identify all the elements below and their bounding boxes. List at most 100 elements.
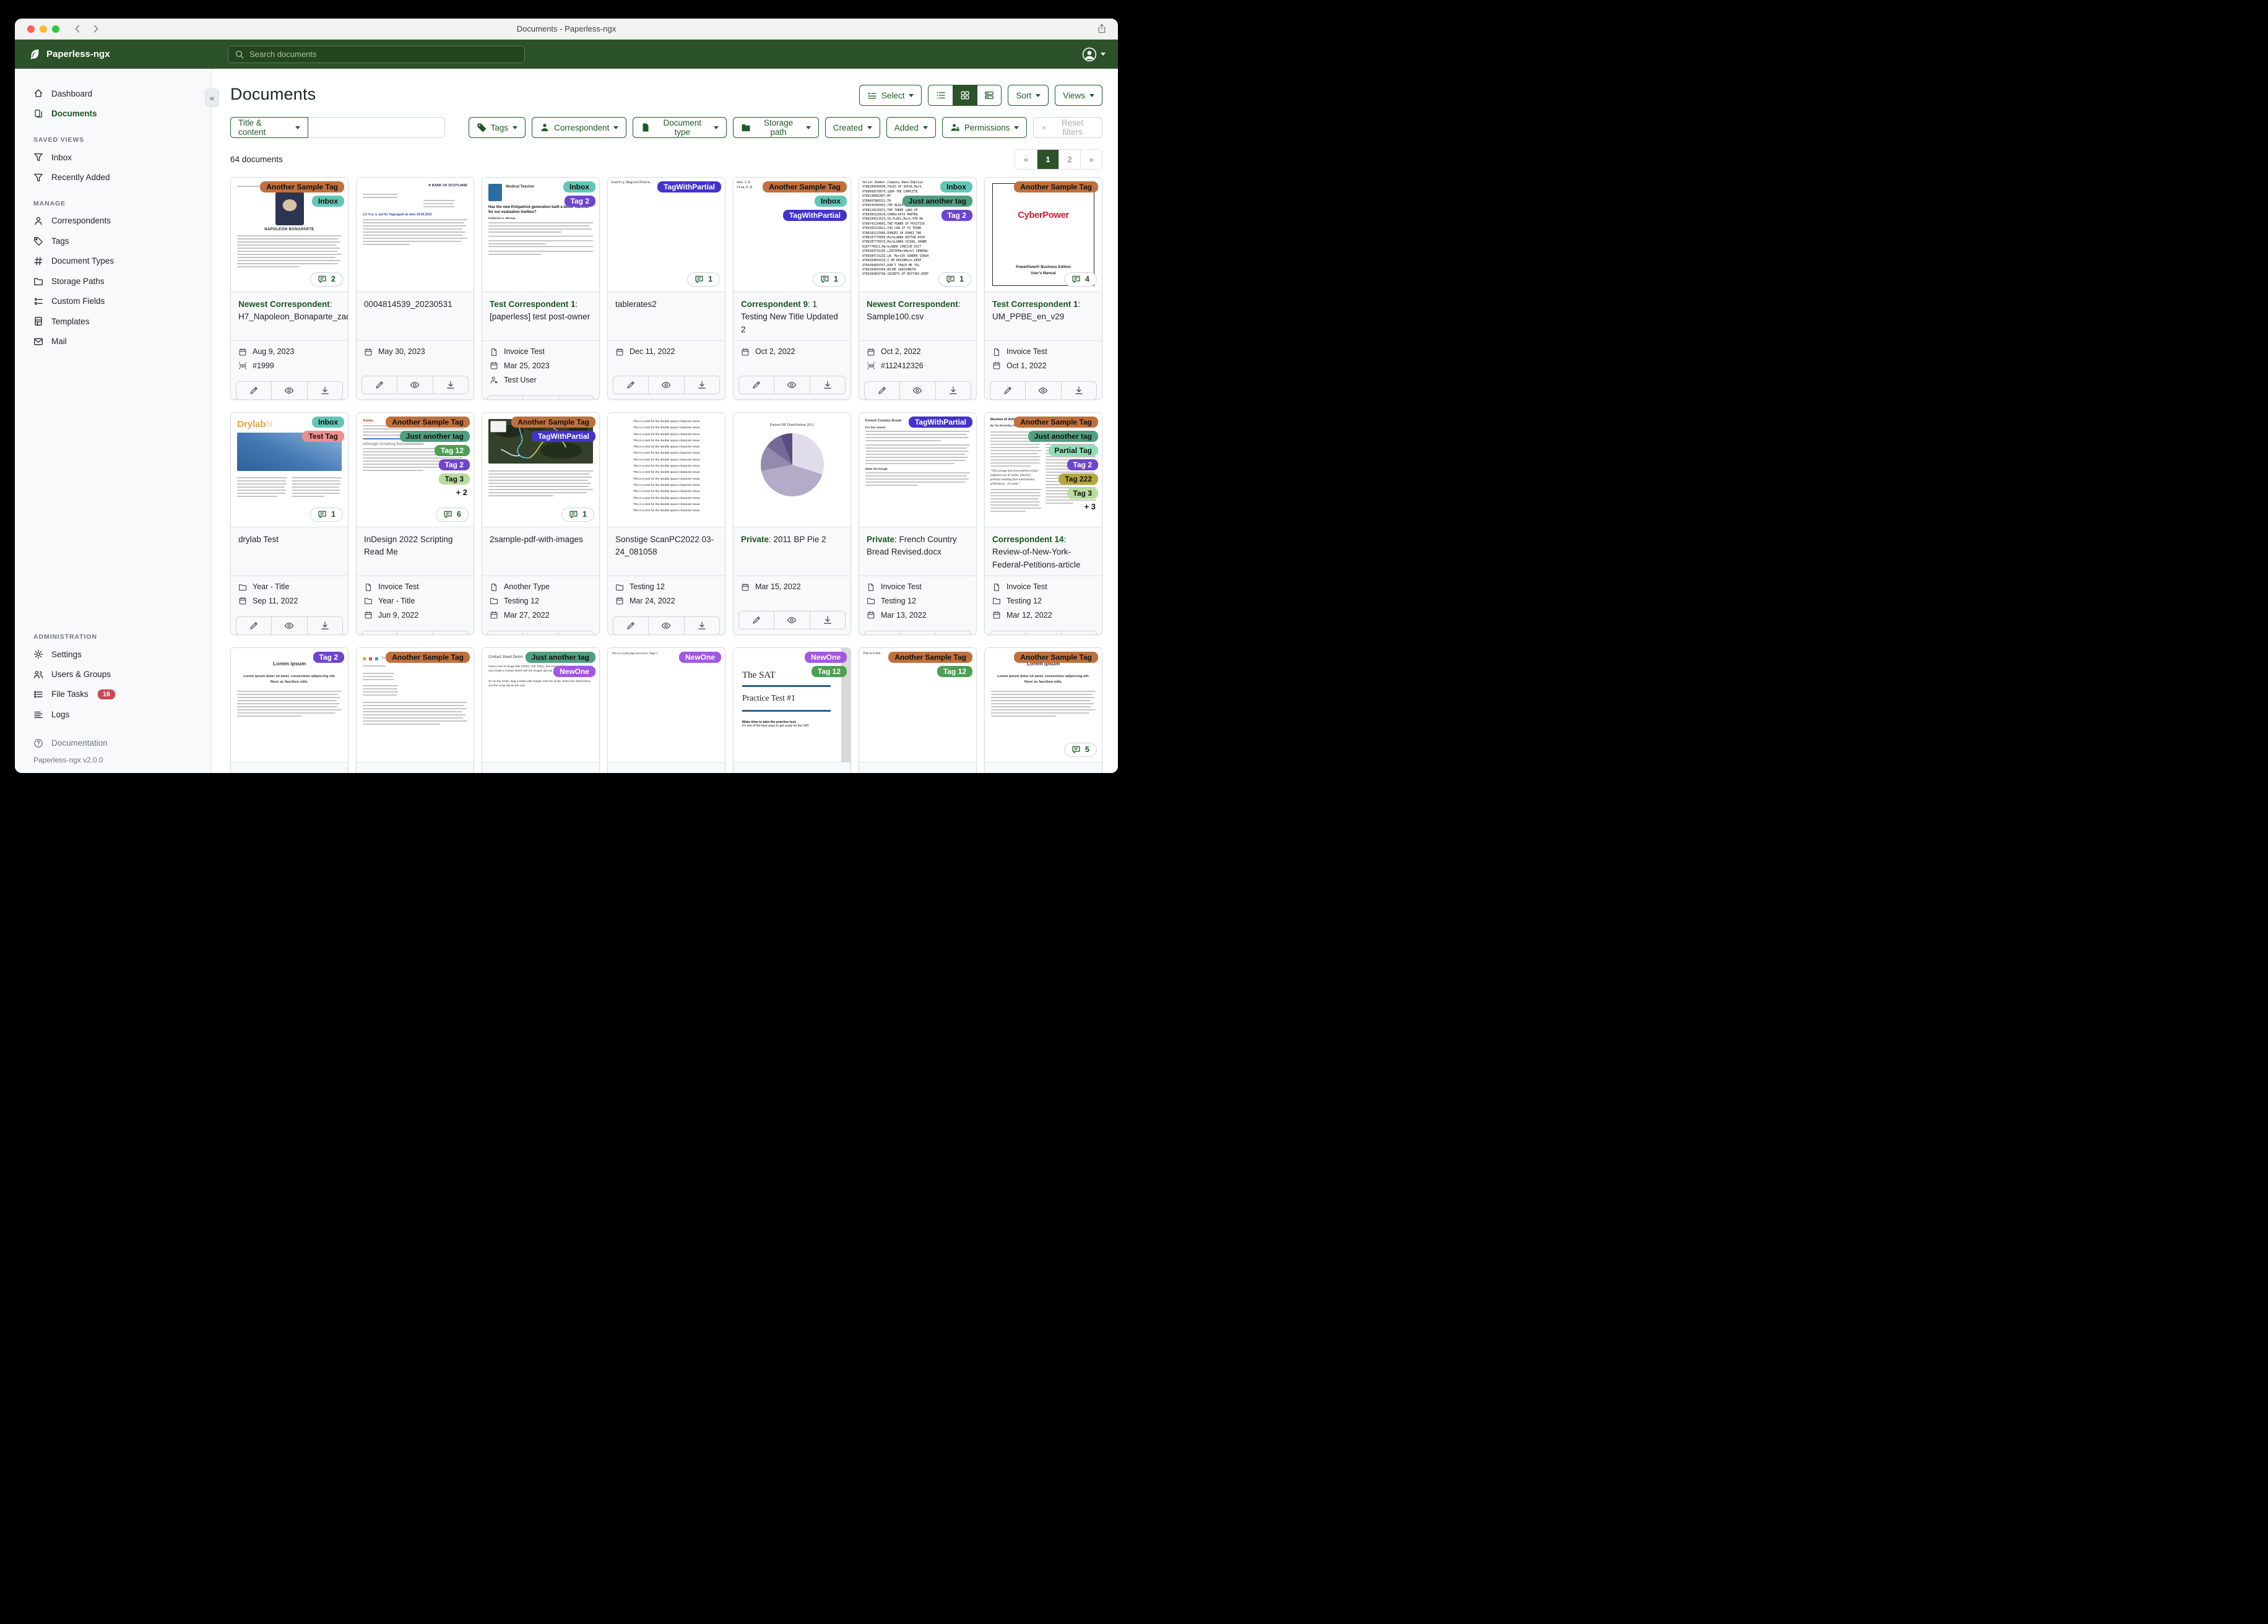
correspondent-filter-button[interactable]: Correspondent — [532, 117, 627, 138]
document-thumbnail[interactable]: Another Sample Tag TagWithPartial 1 — [482, 413, 599, 527]
tag-chip[interactable]: NewOne — [804, 652, 847, 663]
document-thumbnail[interactable]: This is a multi page document. Page 1. N… — [608, 648, 725, 762]
tag-chip[interactable]: Tag 3 — [1067, 488, 1098, 499]
edit-document-button[interactable] — [362, 631, 397, 634]
tag-chip[interactable]: Another Sample Tag — [386, 417, 470, 428]
grid-view-button[interactable] — [953, 85, 977, 105]
search-field-selector[interactable]: Title & content — [230, 117, 309, 138]
tag-chip[interactable]: Another Sample Tag — [511, 417, 595, 428]
user-menu[interactable] — [1082, 47, 1106, 62]
document-card[interactable]: Contact Sheet Demo Given a set of image … — [482, 647, 600, 773]
document-thumbnail[interactable]: This is a test Another Sample Tag Tag 12 — [859, 648, 976, 762]
edit-document-button[interactable] — [488, 631, 522, 634]
edit-document-button[interactable] — [990, 631, 1025, 634]
pagination-last[interactable]: » — [1080, 150, 1102, 169]
document-thumbnail[interactable]: Adobe InDesign Scripting Documentation A… — [357, 413, 474, 527]
document-card[interactable]: ✳ BANK OF SCOTLAND 2,0 % p. a. auf Ihr T… — [356, 177, 474, 400]
download-document-button[interactable] — [683, 617, 719, 634]
document-thumbnail[interactable]: ✳ BANK OF SCOTLAND 2,0 % p. a. auf Ihr T… — [357, 178, 474, 292]
document-title[interactable]: Correspondent 9: 1 Testing New Title Upd… — [734, 292, 850, 340]
sidebar-item-tags[interactable]: Tags — [15, 231, 211, 251]
document-thumbnail[interactable]: Lorem ipsum Lorem ipsum dolor sit amet, … — [231, 648, 348, 762]
document-title[interactable]: Private: 2011 BP Pie 2 — [734, 527, 850, 576]
document-card[interactable]: Lorem ipsum Lorem ipsum dolor sit amet, … — [984, 647, 1102, 773]
document-type-filter-button[interactable]: Document type — [633, 117, 727, 138]
edit-document-button[interactable] — [739, 376, 774, 394]
document-title[interactable]: Newest Correspondent: H7_Napoleon_Bonapa… — [231, 292, 348, 340]
document-correspondent[interactable]: Private — [741, 535, 769, 544]
tag-chip[interactable]: TagWithPartial — [531, 431, 595, 442]
download-document-button[interactable] — [935, 382, 971, 399]
list-view-button[interactable] — [928, 85, 953, 105]
tag-chip[interactable]: Just another tag — [902, 196, 972, 207]
view-document-button[interactable] — [648, 617, 683, 634]
tag-chip[interactable]: NewOne — [678, 652, 721, 663]
document-card[interactable]: Patient BP Distribution 2011 Private: 20… — [733, 412, 851, 635]
close-window-button[interactable] — [27, 25, 35, 33]
view-document-button[interactable] — [522, 631, 558, 634]
document-thumbnail[interactable]: Test Name Another Sample Tag — [357, 648, 474, 762]
sidebar-item-logs[interactable]: Logs — [15, 704, 211, 724]
document-correspondent[interactable]: Newest Correspondent — [238, 300, 330, 309]
download-document-button[interactable] — [558, 396, 594, 399]
document-thumbnail[interactable]: Lorem ipsum Lorem ipsum dolor sit amet, … — [985, 648, 1102, 762]
document-title[interactable]: tablerates2 — [608, 292, 725, 340]
document-thumbnail[interactable]: Medical Teacher Has the new Kirkpatrick … — [482, 178, 599, 292]
title-content-input[interactable] — [308, 117, 445, 138]
tag-chip[interactable]: Another Sample Tag — [763, 181, 847, 192]
document-thumbnail[interactable]: CyberPower PowerPanel® Business Edition U… — [985, 178, 1102, 292]
document-title[interactable]: Test Correspondent 1: UM_PPBE_en_v29 — [985, 292, 1102, 340]
tag-chip[interactable]: Tag 2 — [438, 459, 470, 470]
tag-chip[interactable]: Another Sample Tag — [1014, 417, 1098, 428]
edit-document-button[interactable] — [865, 382, 899, 399]
minimize-window-button[interactable] — [40, 25, 47, 33]
notes-count-pill[interactable]: 1 — [310, 507, 343, 522]
view-document-button[interactable] — [271, 617, 306, 634]
download-document-button[interactable] — [306, 617, 342, 634]
document-card[interactable]: Review of Arbitral Awards By Tim McCarth… — [984, 412, 1102, 635]
view-document-button[interactable] — [899, 631, 935, 634]
notes-count-pill[interactable]: 2 — [310, 272, 343, 287]
document-thumbnail[interactable]: Patient BP Distribution 2011 — [734, 413, 850, 527]
notes-count-pill[interactable]: 1 — [813, 272, 846, 287]
edit-document-button[interactable] — [865, 631, 899, 634]
tag-chip[interactable]: Tag 2 — [1067, 459, 1098, 470]
document-card[interactable]: French Country Bread For the Leaven Make… — [859, 412, 977, 635]
notes-count-pill[interactable]: 1 — [561, 507, 594, 522]
document-card[interactable]: NAPOLEON BONAPARTE Another Sample Tag Inb… — [230, 177, 348, 400]
tag-chip[interactable]: Tag 2 — [564, 196, 595, 207]
notes-count-pill[interactable]: 1 — [938, 272, 971, 287]
document-title[interactable]: InDesign 2022 Scripting Read Me — [357, 527, 474, 576]
notes-count-pill[interactable]: 4 — [1064, 272, 1097, 287]
document-thumbnail[interactable]: The SAT Practice Test #1 Make time to ta… — [734, 648, 850, 762]
document-thumbnail[interactable]: NAPOLEON BONAPARTE Another Sample Tag Inb… — [231, 178, 348, 292]
tag-chip[interactable]: TagWithPartial — [908, 417, 972, 428]
tag-chip[interactable]: Another Sample Tag — [1014, 652, 1098, 663]
sidebar-item-file-tasks[interactable]: File Tasks 16 — [15, 685, 211, 704]
download-document-button[interactable] — [558, 631, 594, 634]
zoom-window-button[interactable] — [52, 25, 59, 33]
document-title[interactable]: 2sample-pdf-with-images — [482, 527, 599, 576]
document-thumbnail[interactable]: Contact Sheet Demo Given a set of image … — [482, 648, 599, 762]
view-document-button[interactable] — [1025, 631, 1060, 634]
pagination-first[interactable]: « — [1015, 150, 1037, 169]
sidebar-item-document-types[interactable]: Document Types — [15, 251, 211, 271]
view-document-button[interactable] — [1025, 382, 1060, 399]
download-document-button[interactable] — [306, 382, 342, 399]
download-document-button[interactable] — [809, 376, 845, 394]
document-thumbnail[interactable]: Serial Number,Company Name,Employe 97881… — [859, 178, 976, 292]
tag-chip[interactable]: Tag 12 — [434, 445, 470, 456]
tag-chip[interactable]: Partial Tag — [1048, 445, 1098, 456]
document-card[interactable]: Another Sample Tag TagWithPartial 1 2samp… — [482, 412, 600, 635]
tag-chip[interactable]: Just another tag — [1028, 431, 1098, 442]
tag-chip[interactable]: TagWithPartial — [657, 181, 721, 192]
document-card[interactable]: CyberPower PowerPanel® Business Edition U… — [984, 177, 1102, 400]
sidebar-item-settings[interactable]: Settings — [15, 644, 211, 664]
edit-document-button[interactable] — [613, 617, 648, 634]
tag-chip[interactable]: Inbox — [312, 417, 344, 428]
select-button[interactable]: Select — [859, 85, 922, 106]
document-card[interactable]: Medical Teacher Has the new Kirkpatrick … — [482, 177, 600, 400]
tag-chip[interactable]: Just another tag — [399, 431, 470, 442]
document-title[interactable]: Test Correspondent 1: [paperless] test p… — [482, 292, 599, 340]
tag-chip[interactable]: NewOne — [553, 666, 595, 677]
